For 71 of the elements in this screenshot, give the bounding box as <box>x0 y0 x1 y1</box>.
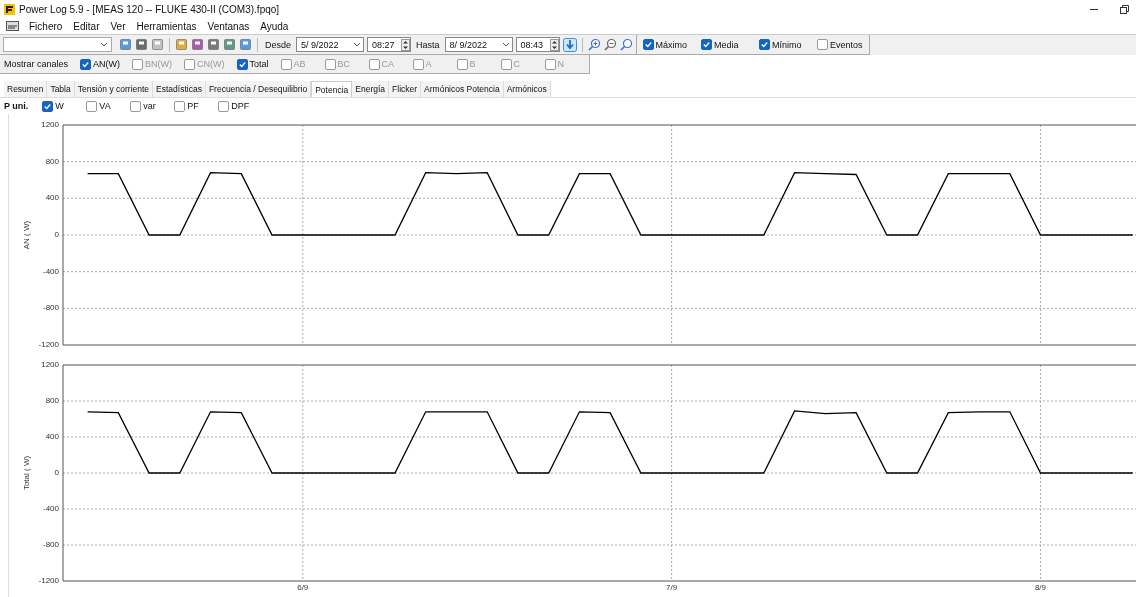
restore-icon[interactable] <box>1118 3 1130 15</box>
download-icon[interactable] <box>562 37 577 52</box>
tick-label: -1200 <box>38 576 59 585</box>
tab[interactable]: Flicker <box>389 81 422 97</box>
from-date-field[interactable]: 5/ 9/2022 <box>296 37 364 52</box>
menu-item[interactable]: Herramientas <box>135 20 198 32</box>
tick-label: 400 <box>45 193 59 203</box>
to-time-field[interactable]: 08:43 <box>515 37 560 52</box>
menu-item[interactable]: Fichero <box>28 20 64 32</box>
tick-label: 800 <box>45 156 59 166</box>
spinner-icon <box>549 38 559 51</box>
unit-checkbox[interactable]: var <box>130 100 161 112</box>
tick-label: 6/9 <box>297 583 309 591</box>
combo-box[interactable] <box>3 37 112 52</box>
axis-title: Total ( W) <box>22 455 31 491</box>
spinner-icon <box>401 38 410 51</box>
checkmark-icon <box>237 59 247 69</box>
tick-label: 800 <box>45 396 59 405</box>
to-label: Hasta <box>416 39 440 50</box>
tick-label: 1200 <box>41 120 59 129</box>
menu-item[interactable]: Ayuda <box>259 20 290 32</box>
tick-label: -800 <box>43 540 59 549</box>
tick-label: -400 <box>43 266 59 276</box>
tab[interactable]: Armónicos <box>503 81 551 97</box>
menu-item[interactable]: Ventanas <box>206 20 251 32</box>
to-date-field[interactable]: 8/ 9/2022 <box>444 37 513 52</box>
tab[interactable]: Armónicos Potencia <box>421 81 504 97</box>
checkmark-icon <box>81 59 91 69</box>
tab[interactable]: Potencia <box>311 81 353 97</box>
tick-label: 0 <box>54 230 59 239</box>
tab[interactable]: Tensión y corriente <box>74 81 154 97</box>
option-checkbox[interactable]: Media <box>701 39 746 50</box>
from-label: Desde <box>265 39 291 50</box>
unit-checkbox[interactable]: PF <box>174 100 205 112</box>
zoom-in-icon[interactable] <box>587 38 601 51</box>
checkmark-icon <box>702 40 712 49</box>
document-icon <box>6 21 19 31</box>
tick-label: 400 <box>45 432 59 441</box>
tick-label: -400 <box>43 504 59 513</box>
tick-label: 7/9 <box>666 583 678 591</box>
tick-label: -1200 <box>38 340 59 349</box>
axis-title: AN ( W) <box>22 220 31 250</box>
app-logo-icon <box>4 3 15 15</box>
from-time-field[interactable]: 08:27 <box>367 37 411 52</box>
option-checkbox[interactable]: Eventos <box>817 39 863 50</box>
units-label: P uni. <box>4 101 29 111</box>
tab[interactable]: Resumen <box>4 81 48 97</box>
search-icon[interactable] <box>619 38 633 51</box>
channel-checkbox[interactable]: AN(W) <box>80 58 121 70</box>
window-title: Power Log 5.9 - [MEAS 120 -- FLUKE 430-II (COM3).fpqo] <box>19 3 280 15</box>
menu-item[interactable]: Ver <box>109 20 127 32</box>
tab[interactable]: Tabla <box>47 81 75 97</box>
tab[interactable]: Frecuencia / Desequilibrio <box>205 81 312 97</box>
tab[interactable]: Estadísticas <box>153 81 206 97</box>
unit-checkbox[interactable]: DPF <box>218 100 250 112</box>
tick-label: -800 <box>43 303 59 313</box>
unit-checkbox[interactable]: W <box>42 100 73 112</box>
checkmark-icon <box>43 101 53 111</box>
channels-label: Mostrar canales <box>4 59 69 69</box>
tab[interactable]: Energía <box>352 81 390 97</box>
checkmark-icon <box>760 40 770 49</box>
checkmark-icon <box>643 40 653 49</box>
zoom-out-icon[interactable] <box>603 38 617 51</box>
unit-checkbox[interactable]: VA <box>86 100 117 112</box>
tick-label: 0 <box>54 468 59 477</box>
option-checkbox[interactable]: Máximo <box>642 39 688 50</box>
menu-item[interactable]: Editar <box>72 20 101 32</box>
option-checkbox[interactable]: Mínimo <box>759 39 804 50</box>
tick-label: 1200 <box>41 360 59 369</box>
channel-checkbox[interactable]: Total <box>236 58 269 70</box>
tick-label: 8/9 <box>1034 583 1047 591</box>
